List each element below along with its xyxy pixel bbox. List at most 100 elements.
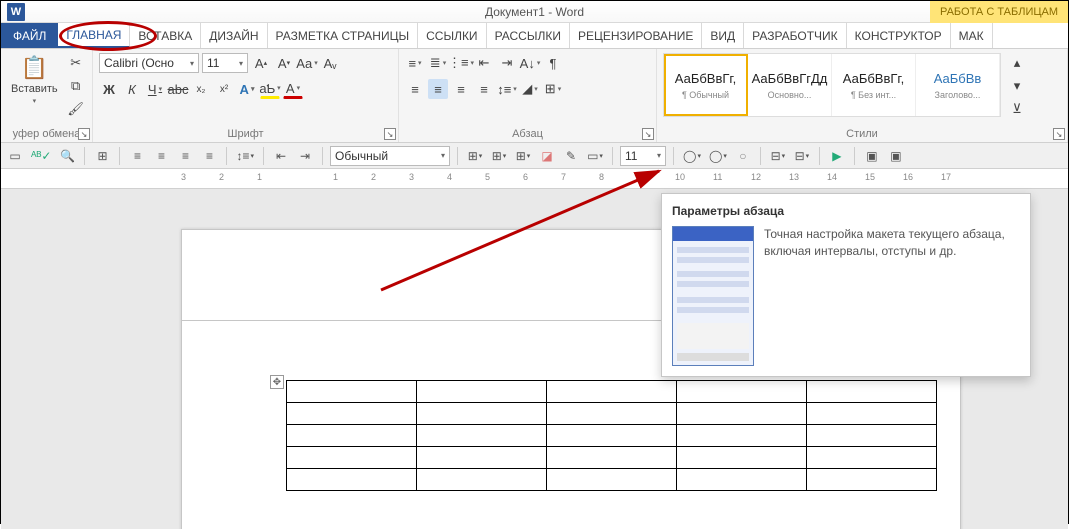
tb2-pen[interactable]: ✎ xyxy=(561,146,581,166)
table-row[interactable] xyxy=(287,447,937,469)
text-effects-button[interactable]: A xyxy=(237,79,257,99)
change-case-button[interactable]: Aa xyxy=(297,53,317,73)
bold-button[interactable]: Ж xyxy=(99,79,119,99)
tab-file[interactable]: ФАЙЛ xyxy=(1,23,58,48)
tb2-justify[interactable]: ≡ xyxy=(199,146,219,166)
borders-button[interactable]: ⊞ xyxy=(543,79,563,99)
horizontal-ruler[interactable]: 3 2 1 1 2 3 4 5 6 7 8 9 10 11 12 13 14 1… xyxy=(1,169,1068,189)
styles-scroll-down[interactable]: ▾ xyxy=(1007,76,1027,96)
bullets-button[interactable]: ≡ xyxy=(405,53,425,73)
tb2-align-center[interactable]: ≡ xyxy=(151,146,171,166)
tb2-table-style1[interactable]: ⊞ xyxy=(465,146,485,166)
font-size-combo[interactable]: 11 xyxy=(202,53,248,73)
italic-button[interactable]: К xyxy=(122,79,142,99)
tab-layout[interactable]: МАК xyxy=(951,23,993,48)
superscript-button[interactable]: x² xyxy=(214,79,234,99)
font-color-button[interactable]: A xyxy=(283,79,303,99)
sort-button[interactable]: A↓ xyxy=(520,53,540,73)
tab-design[interactable]: ДИЗАЙН xyxy=(201,23,267,48)
table-row[interactable] xyxy=(287,425,937,447)
tab-mailings[interactable]: РАССЫЛКИ xyxy=(487,23,570,48)
tb2-window2[interactable]: ▣ xyxy=(886,146,906,166)
list-bullets-icon: ≡ xyxy=(408,56,416,71)
table-row[interactable] xyxy=(287,381,937,403)
tb2-table-style3[interactable]: ⊞ xyxy=(513,146,533,166)
align-right-icon: ≡ xyxy=(457,82,465,97)
paragraph-launcher[interactable]: ↘ xyxy=(642,128,654,140)
tb2-flag[interactable]: ▶ xyxy=(827,146,847,166)
style-no-spacing[interactable]: АаБбВвГг, ¶ Без инт... xyxy=(832,54,916,116)
ribbon-tabs: ФАЙЛ ГЛАВНАЯ ВСТАВКА ДИЗАЙН РАЗМЕТКА СТР… xyxy=(1,23,1068,49)
line-spacing-icon: ↕≡ xyxy=(497,82,511,97)
tab-review[interactable]: РЕЦЕНЗИРОВАНИЕ xyxy=(570,23,702,48)
underline-button[interactable]: Ч xyxy=(145,79,165,99)
cut-button[interactable]: ✂ xyxy=(66,53,86,73)
tb2-spellcheck-icon[interactable]: ᴬᴮ✓ xyxy=(29,146,53,166)
tb2-style-combo[interactable]: Обычный xyxy=(330,146,450,166)
tb2-indent-dec[interactable]: ⇤ xyxy=(271,146,291,166)
paste-button[interactable]: 📋 Вставить ▾ xyxy=(7,53,62,107)
styles-gallery[interactable]: АаБбВвГг, ¶ Обычный АаБбВвГгДд Основно..… xyxy=(663,53,1001,117)
borders-icon: ⊞ xyxy=(545,81,556,97)
table-row[interactable] xyxy=(287,403,937,425)
show-marks-button[interactable]: ¶ xyxy=(543,53,563,73)
document-table[interactable] xyxy=(286,380,937,491)
align-left-button[interactable]: ≡ xyxy=(405,79,425,99)
clipboard-launcher[interactable]: ↘ xyxy=(78,128,90,140)
tb2-align-left[interactable]: ≡ xyxy=(127,146,147,166)
align-center-button[interactable]: ≡ xyxy=(428,79,448,99)
format-painter-button[interactable]: 🖌 xyxy=(66,99,86,119)
line-spacing-button[interactable]: ↕≡ xyxy=(497,79,517,99)
tab-view[interactable]: ВИД xyxy=(702,23,744,48)
style-main-text[interactable]: АаБбВвГгДд Основно... xyxy=(748,54,832,116)
justify-button[interactable]: ≡ xyxy=(474,79,494,99)
tab-constructor[interactable]: КОНСТРУКТОР xyxy=(847,23,951,48)
clear-formatting-button[interactable]: Aᵥ xyxy=(320,53,340,73)
tab-home[interactable]: ГЛАВНАЯ xyxy=(58,23,130,48)
grow-font-button[interactable]: A▴ xyxy=(251,53,271,73)
tab-page-layout[interactable]: РАЗМЕТКА СТРАНИЦЫ xyxy=(268,23,419,48)
multilevel-list-button[interactable]: ⋮≡ xyxy=(451,53,471,73)
style-normal[interactable]: АаБбВвГг, ¶ Обычный xyxy=(664,54,748,116)
secondary-toolbar: ▭ ᴬᴮ✓ 🔍 ⊞ ≡ ≡ ≡ ≡ ↕≡ ⇤ ⇥ Обычный ⊞ ⊞ ⊞ ◪… xyxy=(1,143,1068,169)
tb2-split1[interactable]: ⊟ xyxy=(768,146,788,166)
tb2-indent-inc[interactable]: ⇥ xyxy=(295,146,315,166)
context-tab-table-tools[interactable]: РАБОТА С ТАБЛИЦАМ xyxy=(930,1,1068,23)
tb2-table-style2[interactable]: ⊞ xyxy=(489,146,509,166)
tb2-align-right[interactable]: ≡ xyxy=(175,146,195,166)
tb2-window1[interactable]: ▣ xyxy=(862,146,882,166)
tb2-size-combo[interactable]: 11 xyxy=(620,146,666,166)
table-move-handle[interactable]: ✥ xyxy=(270,375,284,389)
strikethrough-button[interactable]: abc xyxy=(168,79,188,99)
tb2-research-icon[interactable]: 🔍 xyxy=(57,146,77,166)
tb2-shape2[interactable]: ◯ xyxy=(707,146,729,166)
tb2-line-spacing[interactable]: ↕≡ xyxy=(234,146,256,166)
tab-insert[interactable]: ВСТАВКА xyxy=(130,23,201,48)
style-heading[interactable]: АаБбВв Заголово... xyxy=(916,54,1000,116)
shrink-font-button[interactable]: A▾ xyxy=(274,53,294,73)
tb2-table-icon[interactable]: ⊞ xyxy=(92,146,112,166)
tab-references[interactable]: ССЫЛКИ xyxy=(418,23,486,48)
subscript-button[interactable]: x₂ xyxy=(191,79,211,99)
tb2-eraser[interactable]: ◪ xyxy=(537,146,557,166)
numbering-button[interactable]: ≣ xyxy=(428,53,448,73)
tb2-shape1[interactable]: ◯ xyxy=(681,146,703,166)
tb2-page-width-icon[interactable]: ▭ xyxy=(5,146,25,166)
tb2-split2[interactable]: ⊟ xyxy=(792,146,812,166)
copy-button[interactable]: ⧉ xyxy=(66,76,86,96)
shading-button[interactable]: ◢ xyxy=(520,79,540,99)
tab-developer[interactable]: РАЗРАБОТЧИК xyxy=(744,23,847,48)
styles-expand[interactable]: ⊻ xyxy=(1007,99,1027,119)
highlight-button[interactable]: aƄ xyxy=(260,79,280,99)
increase-indent-button[interactable]: ⇥ xyxy=(497,53,517,73)
align-right-button[interactable]: ≡ xyxy=(451,79,471,99)
decrease-indent-button[interactable]: ⇤ xyxy=(474,53,494,73)
tb2-circle[interactable]: ○ xyxy=(733,146,753,166)
styles-scroll-up[interactable]: ▴ xyxy=(1007,53,1027,73)
font-name-combo[interactable]: Calibri (Осно xyxy=(99,53,199,73)
brush-icon: 🖌 xyxy=(67,101,84,117)
tb2-border-style[interactable]: ▭ xyxy=(585,146,605,166)
styles-launcher[interactable]: ↘ xyxy=(1053,128,1065,140)
table-row[interactable] xyxy=(287,469,937,491)
font-launcher[interactable]: ↘ xyxy=(384,128,396,140)
